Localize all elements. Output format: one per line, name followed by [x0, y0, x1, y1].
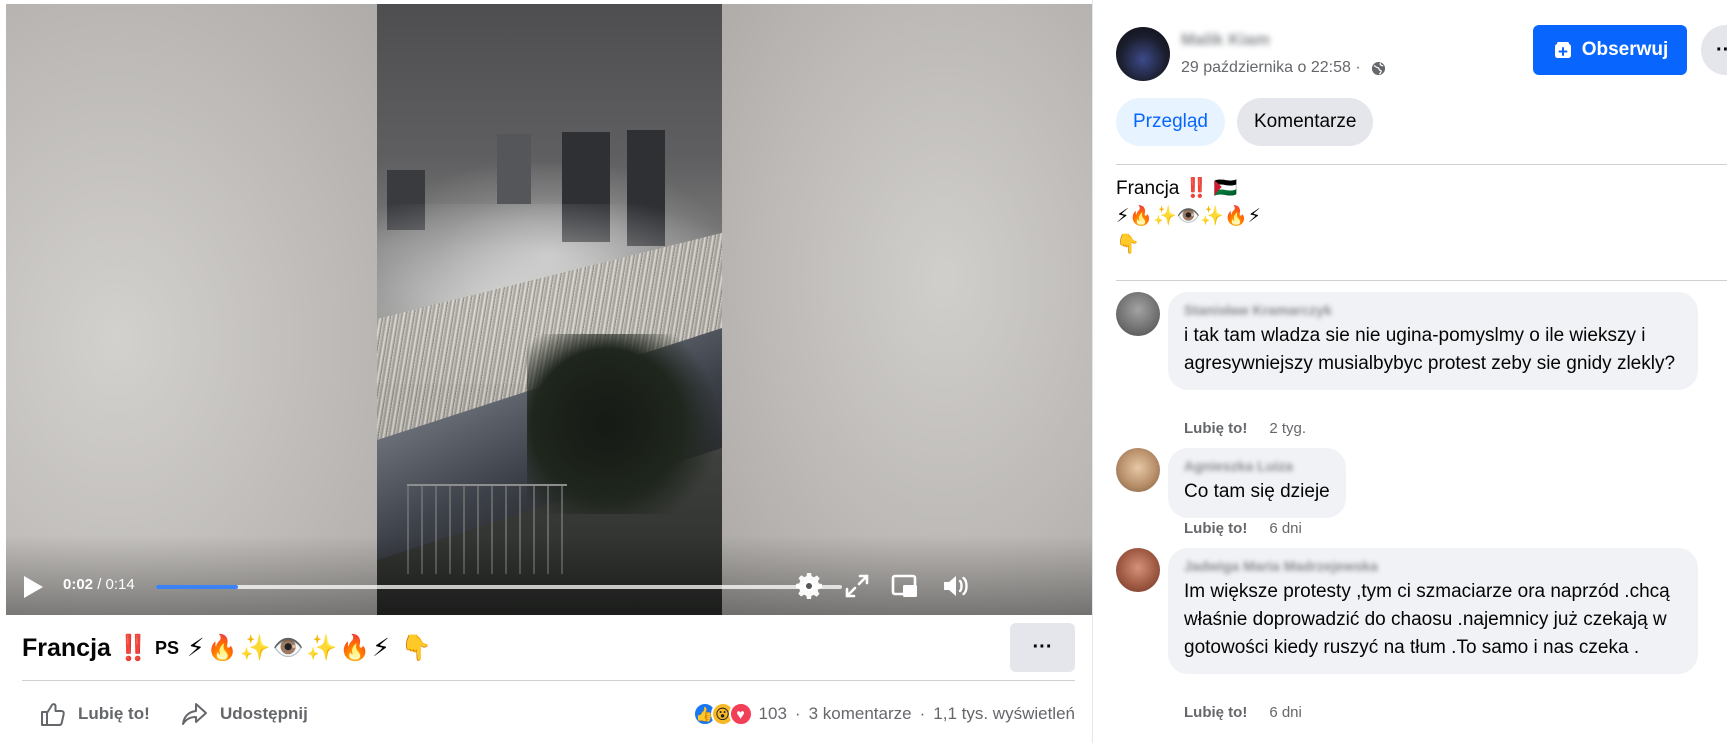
time-total: 0:14	[105, 576, 135, 593]
comment-bubble: Agnieszka Luiza Co tam się dzieje	[1168, 448, 1346, 518]
post-title-row: Francja ‼️ PS ⚡🔥✨👁️✨🔥⚡ 👇	[22, 626, 434, 670]
fullscreen-icon[interactable]	[842, 571, 872, 601]
post-side-panel: Malik Kiam 29 października o 22:58 · Obs…	[1092, 0, 1727, 743]
comment-time[interactable]: 2 tyg.	[1269, 420, 1306, 437]
commenter-avatar[interactable]	[1116, 548, 1160, 592]
divider	[1116, 164, 1727, 165]
reaction-icons[interactable]: 👍 😮 ♥	[692, 702, 753, 726]
video-progress-fill	[156, 585, 239, 589]
picture-in-picture-icon[interactable]	[890, 571, 920, 601]
panel-more-options-button[interactable]: ···	[1701, 25, 1727, 75]
video-blur-background-right	[722, 4, 1092, 615]
post-text-line: 👇	[1116, 234, 1140, 255]
follow-label: Obserwuj	[1581, 39, 1669, 60]
post-text: Francja ‼️ 🇵🇸 ⚡🔥✨👁️✨🔥⚡ 👇	[1116, 175, 1261, 259]
reaction-count[interactable]: 103	[759, 704, 787, 724]
post-stats: 👍 😮 ♥ 103 · 3 komentarze · 1,1 tys. wyśw…	[692, 696, 1075, 732]
love-reaction-icon: ♥	[728, 702, 753, 726]
comment-author[interactable]: Stanisław Kramarczyk	[1184, 302, 1682, 318]
comment-author[interactable]: Jadwiga Maria Madrzejewska	[1184, 558, 1682, 574]
video-blur-background-left	[6, 4, 377, 615]
video-controls: 0:02 / 0:14	[6, 557, 1092, 615]
comment-text: Co tam się dzieje	[1184, 481, 1330, 502]
follow-button[interactable]: Obserwuj	[1533, 25, 1687, 75]
author-name[interactable]: Malik Kiam	[1181, 30, 1270, 50]
commenter-avatar[interactable]	[1116, 292, 1160, 336]
settings-gear-icon[interactable]	[794, 571, 824, 601]
tab-komentarze[interactable]: Komentarze	[1237, 98, 1374, 146]
globe-icon	[1372, 61, 1386, 75]
post-action-bar: Lubię to! Udostępnij 👍 😮 ♥ 103 · 3 komen…	[22, 696, 1075, 732]
commenter-avatar[interactable]	[1116, 448, 1160, 492]
comment-actions: Lubię to! 6 dni	[1184, 520, 1302, 537]
comment-text: i tak tam wladza sie nie ugina-pomyslmy …	[1184, 325, 1676, 374]
video-frame[interactable]	[377, 4, 722, 615]
panel-tabs: Przegląd Komentarze	[1116, 98, 1385, 146]
comment-text: Im większe protesty ,tym ci szmaciarze o…	[1184, 581, 1670, 658]
post-title-ps: PS	[155, 637, 180, 658]
comment-actions: Lubię to! 2 tyg.	[1184, 420, 1306, 437]
comment-author[interactable]: Agnieszka Luiza	[1184, 458, 1330, 474]
divider	[22, 680, 1075, 681]
play-icon[interactable]	[22, 575, 44, 599]
comment-bubble: Jadwiga Maria Madrzejewska Im większe pr…	[1168, 548, 1698, 674]
video-player[interactable]: 0:02 / 0:14	[6, 4, 1092, 615]
post-title: Francja ‼️	[22, 633, 150, 662]
post-title-emojis: ⚡🔥✨👁️✨🔥⚡ 👇	[187, 634, 434, 662]
comment-time[interactable]: 6 dni	[1269, 704, 1302, 721]
follow-page-icon	[1554, 42, 1571, 58]
time-current: 0:02	[63, 576, 94, 593]
comment-bubble: Stanisław Kramarczyk i tak tam wladza si…	[1168, 292, 1698, 390]
share-label: Udostępnij	[220, 704, 308, 723]
like-button[interactable]: Lubię to!	[38, 696, 150, 732]
post-meta: 29 października o 22:58 ·	[1181, 59, 1386, 77]
comment-time[interactable]: 6 dni	[1269, 520, 1302, 537]
views-count: 1,1 tys. wyświetleń	[933, 704, 1075, 723]
share-arrow-icon	[182, 703, 207, 725]
tab-przeglad[interactable]: Przegląd	[1116, 98, 1225, 146]
share-button[interactable]: Udostępnij	[180, 696, 308, 732]
thumbs-up-icon	[41, 703, 65, 726]
video-time: 0:02 / 0:14	[63, 576, 135, 593]
comment-actions: Lubię to! 6 dni	[1184, 704, 1302, 721]
post-text-line: ⚡🔥✨👁️✨🔥⚡	[1116, 206, 1261, 227]
comments-count[interactable]: 3 komentarze	[809, 704, 912, 724]
comment-like-button[interactable]: Lubię to!	[1184, 420, 1247, 437]
comment-like-button[interactable]: Lubię to!	[1184, 520, 1247, 537]
video-progress-bar[interactable]	[156, 585, 842, 589]
comment-like-button[interactable]: Lubię to!	[1184, 704, 1247, 721]
author-avatar[interactable]	[1116, 27, 1170, 81]
post-date[interactable]: 29 października o 22:58	[1181, 59, 1351, 77]
post-more-options-button[interactable]: ···	[1010, 623, 1075, 672]
volume-icon[interactable]	[940, 571, 970, 601]
like-label: Lubię to!	[78, 704, 150, 723]
post-text-line: Francja ‼️ 🇵🇸	[1116, 178, 1238, 199]
divider	[1116, 280, 1727, 281]
